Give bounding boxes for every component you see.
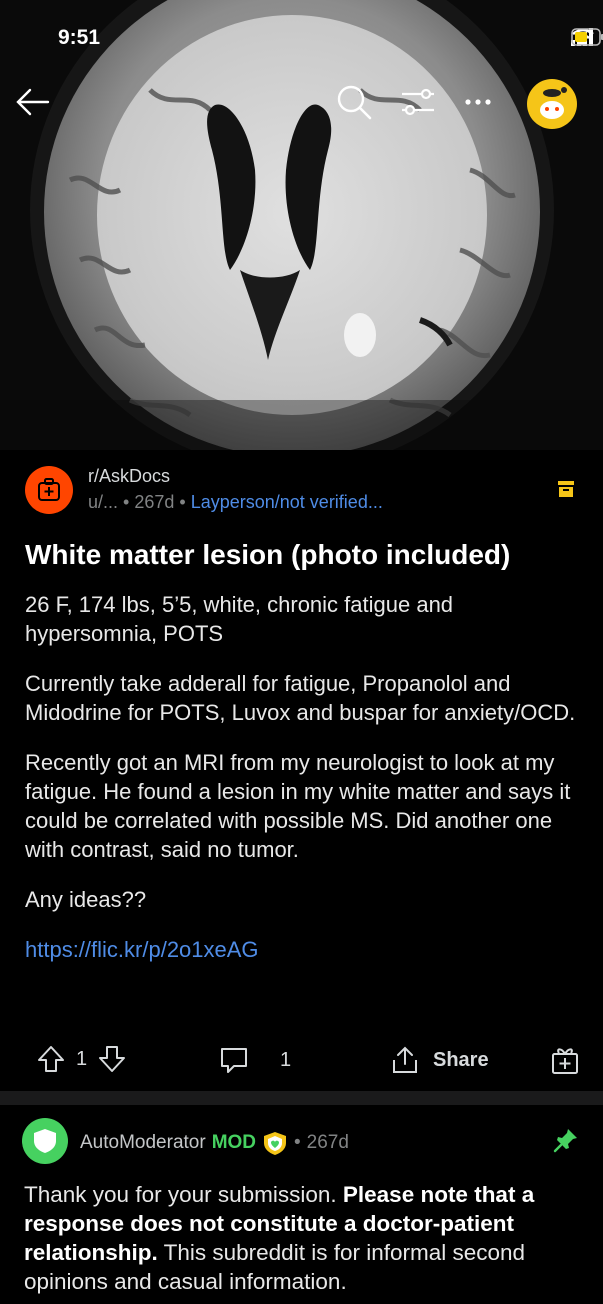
comment-age: 267d bbox=[306, 1132, 349, 1153]
subreddit-name[interactable]: r/AskDocs bbox=[88, 466, 170, 487]
shield-icon bbox=[34, 1129, 56, 1153]
medkit-icon bbox=[38, 478, 60, 501]
post-paragraph: Any ideas?? bbox=[25, 887, 147, 912]
post-paragraph: Currently take adderall for fatigue, Pro… bbox=[25, 671, 576, 725]
post-paragraph: Recently got an MRI from my neurologist … bbox=[25, 750, 571, 862]
top-nav bbox=[0, 79, 603, 132]
mod-badge: MOD bbox=[211, 1132, 257, 1153]
share-button[interactable]: Share bbox=[389, 1044, 489, 1076]
status-bar: 9:51 bbox=[0, 22, 603, 56]
mod-award-icon bbox=[264, 1132, 287, 1155]
post-title: White matter lesion (photo included) bbox=[25, 539, 511, 570]
comment-text: Thank you for your submission. bbox=[24, 1182, 343, 1207]
pin-icon bbox=[553, 1129, 577, 1153]
battery-icon bbox=[571, 28, 603, 46]
user-flair[interactable]: Layperson/not verified... bbox=[191, 492, 383, 512]
meta-separator: • bbox=[123, 492, 135, 512]
post-actions: 1 1 Share bbox=[0, 1040, 603, 1084]
more-icon[interactable] bbox=[462, 82, 494, 122]
post-age: 267d bbox=[134, 492, 175, 512]
post-body: 26 F, 174 lbs, 5’5, white, chronic fatig… bbox=[25, 590, 580, 985]
vote-count: 1 bbox=[76, 1047, 88, 1070]
mri-scan-image bbox=[0, 0, 603, 450]
user-avatar[interactable] bbox=[526, 78, 578, 130]
share-label: Share bbox=[433, 1048, 489, 1071]
share-icon bbox=[393, 1046, 417, 1073]
comments-button[interactable]: 1 bbox=[218, 1044, 291, 1076]
post: r/AskDocs u/... • 267d • Layperson/not v… bbox=[0, 450, 603, 1091]
post-image[interactable]: 9:51 bbox=[0, 0, 603, 450]
meta-separator: • bbox=[179, 492, 191, 512]
post-meta: u/... • 267d • Layperson/not verified... bbox=[88, 492, 383, 513]
upvote-icon[interactable] bbox=[36, 1044, 66, 1074]
back-icon[interactable] bbox=[12, 82, 52, 122]
filter-icon[interactable] bbox=[398, 82, 438, 122]
vote-group: 1 bbox=[36, 1044, 127, 1074]
downvote-icon[interactable] bbox=[97, 1044, 127, 1074]
comment-icon bbox=[221, 1048, 247, 1073]
award-icon[interactable] bbox=[550, 1044, 580, 1076]
save-icon[interactable] bbox=[557, 480, 575, 498]
section-divider bbox=[0, 1091, 603, 1105]
post-author[interactable]: u/... bbox=[88, 492, 118, 512]
subreddit-avatar[interactable] bbox=[25, 466, 73, 514]
commenter-avatar[interactable] bbox=[22, 1118, 68, 1164]
meta-separator: • bbox=[294, 1132, 301, 1153]
comment-body: Thank you for your submission. Please no… bbox=[24, 1180, 584, 1296]
status-time: 9:51 bbox=[58, 26, 101, 49]
post-paragraph: 26 F, 174 lbs, 5’5, white, chronic fatig… bbox=[25, 592, 454, 646]
comment: AutoModerator MOD • 267d Thank you for y… bbox=[0, 1105, 603, 1304]
comment-header: AutoModerator MOD • 267d bbox=[80, 1130, 349, 1156]
comment-author[interactable]: AutoModerator bbox=[80, 1132, 206, 1154]
comment-count: 1 bbox=[280, 1048, 292, 1071]
search-icon[interactable] bbox=[334, 82, 374, 122]
post-link[interactable]: https://flic.kr/p/2o1xeAG bbox=[25, 937, 259, 962]
